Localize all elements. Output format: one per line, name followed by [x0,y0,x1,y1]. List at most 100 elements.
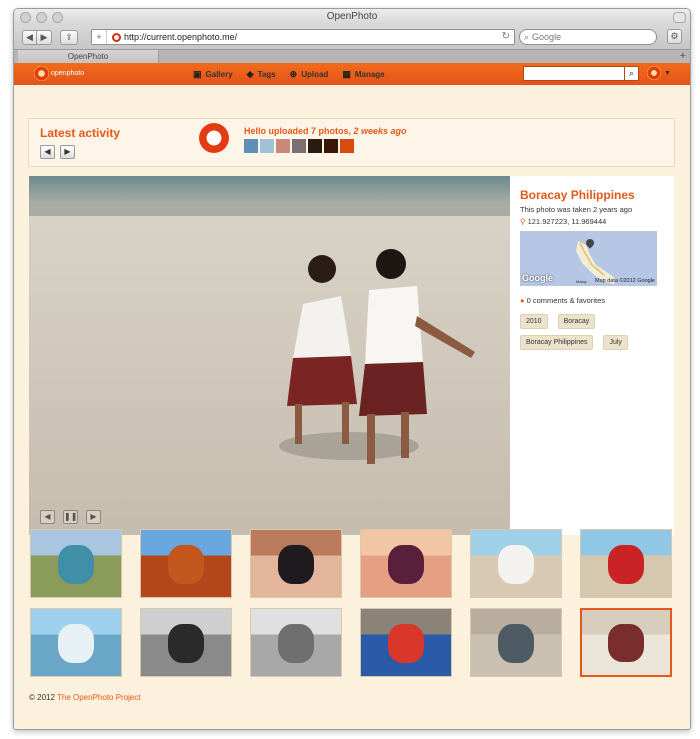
activity-thumb[interactable] [292,139,306,153]
zoom-window-button[interactable] [52,12,63,23]
forward-button[interactable]: ▶ [37,29,52,45]
activity-message-time[interactable]: 2 weeks ago [354,126,407,136]
main-nav: ▣ Gallery ◆ Tags ⊕ Upload ▦ Manage [193,63,399,85]
activity-title: Latest activity [40,126,121,140]
previous-photo-button[interactable]: ◀ [40,510,55,524]
tag-boracay-philippines[interactable]: Boracay Philippines [520,335,594,350]
tab-bar: OpenPhoto + [14,49,690,63]
nav-manage[interactable]: ▦ Manage [342,69,384,80]
site-search-input[interactable] [523,66,625,81]
thumb-boy-portrait[interactable] [30,608,122,677]
back-button[interactable]: ◀ [22,29,37,45]
tag-july[interactable]: July [603,335,628,350]
next-photo-button[interactable]: ▶ [86,510,101,524]
browser-toolbar: ◀ ▶ ⇪ + http://current.openphoto.me/ ↻ ⌕… [14,25,690,49]
chevron-left-icon: ◀ [44,512,51,521]
site-search-button[interactable]: ⌕ [624,66,639,81]
comments-link[interactable]: ● 0 comments & favorites [520,296,670,305]
close-window-button[interactable] [20,12,31,23]
thumb-subject [58,544,94,584]
map-pin-icon: ⚲ [520,217,526,226]
activity-thumb[interactable] [340,139,354,153]
site-logo[interactable]: openphoto [34,66,84,81]
thumb-subject [278,623,314,663]
activity-prev-button[interactable]: ◀ [40,145,55,159]
pause-slideshow-button[interactable]: ❚❚ [63,510,78,524]
thumb-sunglasses-pink[interactable] [360,529,452,598]
reload-icon[interactable]: ↻ [502,31,510,42]
share-icon: ⇪ [65,31,73,42]
back-arrow-icon: ◀ [26,31,33,42]
photo-taken-text: This photo was taken 2 years ago [520,205,633,214]
activity-next-button[interactable]: ▶ [60,145,75,159]
photo-viewer: ◀ ❚❚ ▶ Boracay Philippines This photo wa… [29,176,674,535]
thumb-coast[interactable] [30,529,122,598]
logo-ring-icon [34,66,49,81]
copyright-text: © 2012 [29,693,57,702]
comments-text: 0 comments & favorites [526,296,605,305]
thumb-fence-bw[interactable] [250,608,342,677]
upload-icon: ⊕ [289,68,298,79]
search-icon: ⌕ [628,68,635,78]
tab-openphoto[interactable]: OpenPhoto [18,50,159,63]
thumb-boy-beach-white[interactable] [470,529,562,598]
photo-tags: 2010 Boracay Boracay Philippines July [520,314,660,350]
activity-nav: ◀ ▶ [40,145,75,159]
tag-2010[interactable]: 2010 [520,314,548,329]
activity-message: Hello uploaded 7 photos, 2 weeks ago [244,126,407,136]
thumb-subject [168,623,204,663]
activity-thumb[interactable] [324,139,338,153]
location-map[interactable]: Malay Google Map data ©2012 Google [520,231,657,286]
map-attribution: Map data ©2012 Google [594,278,655,284]
activity-thumb[interactable] [276,139,290,153]
openphoto-project-link[interactable]: The OpenPhoto Project [57,693,141,702]
chevron-down-icon: ▼ [664,69,671,77]
thumb-fish[interactable] [470,608,562,677]
photo-title: Boracay Philippines [520,188,635,202]
thumb-red-rock[interactable] [140,529,232,598]
thumb-surfboard[interactable] [360,608,452,677]
map-brand[interactable]: Google [522,273,553,283]
thumb-girls-beach[interactable] [580,608,672,677]
nav-gallery[interactable]: ▣ Gallery [193,69,233,80]
window-controls [20,12,63,23]
browser-search-field[interactable]: ⌕ Google [519,29,657,45]
activity-message-main: Hello uploaded 7 photos, [244,126,354,136]
thumb-sunglasses-woman[interactable] [250,529,342,598]
activity-thumb[interactable] [308,139,322,153]
url-text: http://current.openphoto.me/ [124,32,238,42]
thumb-subject [608,624,644,662]
title-bar: OpenPhoto [14,9,690,25]
chevron-right-icon: ▶ [90,512,97,521]
minimize-window-button[interactable] [36,12,47,23]
settings-button[interactable]: ⚙ [667,29,682,44]
new-tab-icon[interactable]: + [680,50,686,62]
thumb-boy-beach-red[interactable] [580,529,672,598]
map-place-label: Malay [576,279,587,284]
chevron-right-icon: ▶ [64,147,71,156]
share-button[interactable]: ⇪ [60,29,78,45]
address-bar[interactable]: + http://current.openphoto.me/ ↻ [91,29,515,45]
thumb-subject [498,544,534,584]
toolbar-toggle-button[interactable] [673,12,686,23]
activity-user-avatar[interactable] [199,123,229,153]
browser-window: OpenPhoto ◀ ▶ ⇪ + http://current.openpho… [13,8,691,730]
main-photo[interactable]: ◀ ❚❚ ▶ [29,176,510,535]
image-icon: ▣ [193,68,202,79]
activity-thumb[interactable] [244,139,258,153]
comment-bubble-icon: ● [520,296,525,305]
account-menu[interactable]: ▼ [647,66,671,80]
photo-coordinates: ⚲ 121.927223, 11.969444 [520,217,670,226]
add-bookmark-icon[interactable]: + [92,30,107,44]
thumb-street-bw[interactable] [140,608,232,677]
activity-thumb[interactable] [260,139,274,153]
tag-icon: ◆ [246,68,254,79]
nav-upload[interactable]: ⊕ Upload [290,69,329,80]
nav-tags[interactable]: ◆ Tags [247,69,276,80]
magnifier-icon: ⌕ [524,31,530,42]
nav-gallery-label: Gallery [205,69,233,79]
window-title: OpenPhoto [326,11,378,22]
thumb-subject [168,544,204,584]
tag-boracay[interactable]: Boracay [557,314,596,329]
slideshow-controls: ◀ ❚❚ ▶ [40,510,101,524]
